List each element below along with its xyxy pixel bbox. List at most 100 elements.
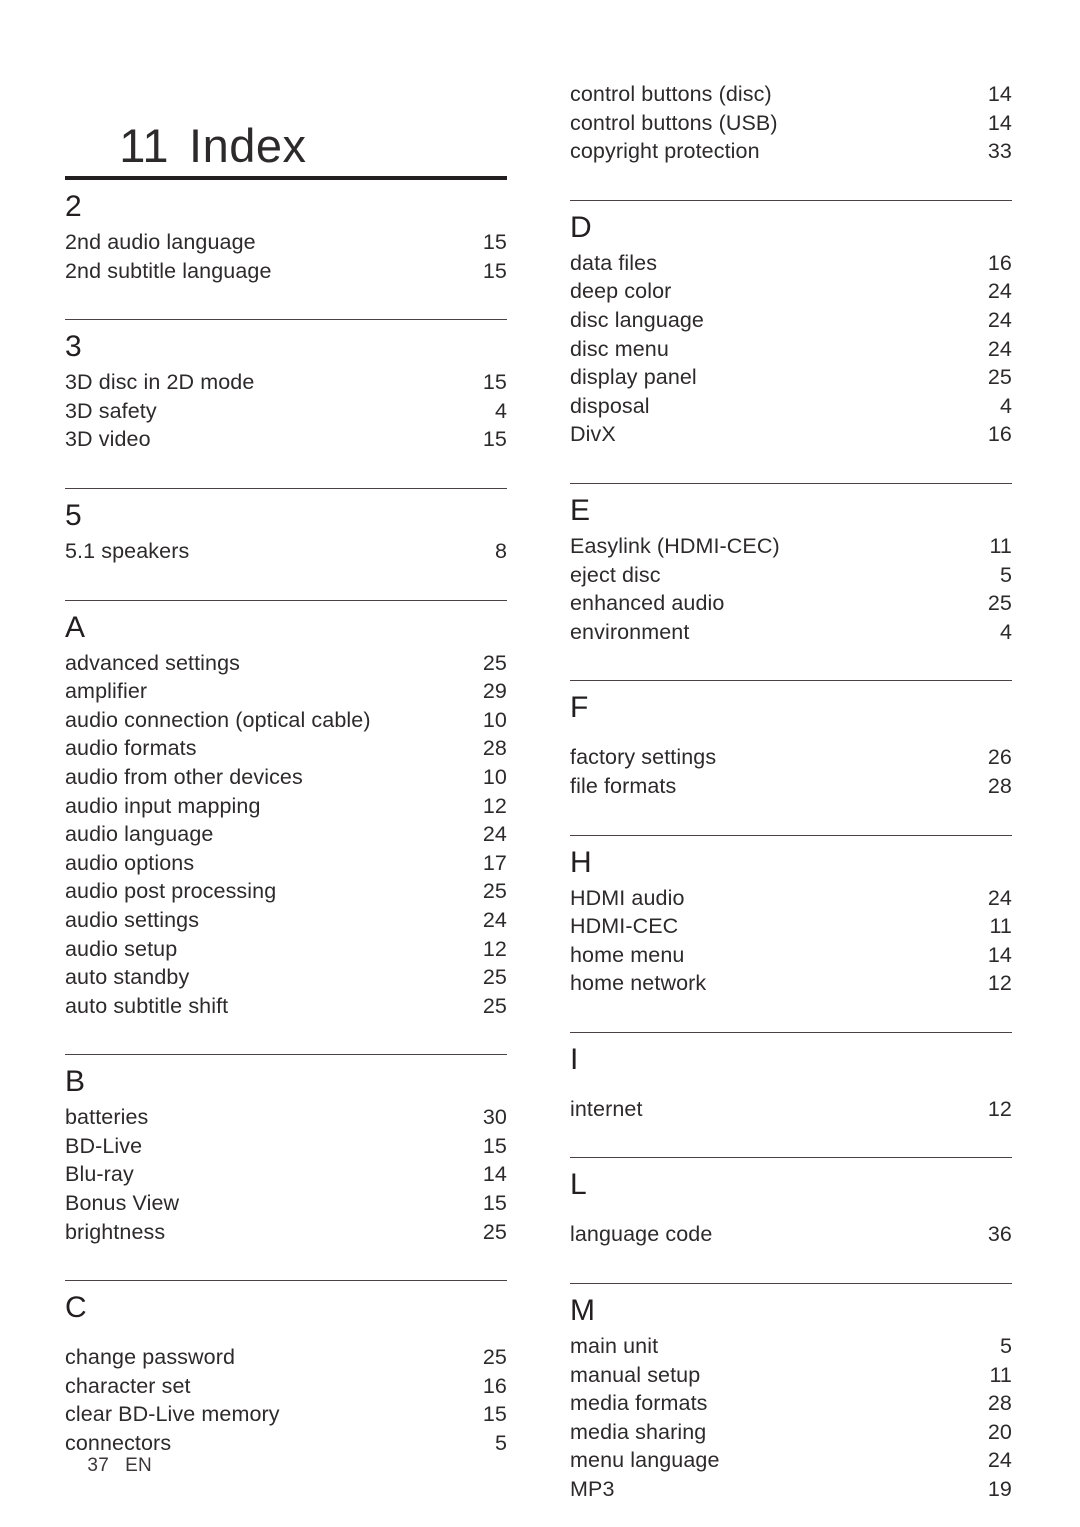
index-entry[interactable]: file formats 28 (570, 772, 1012, 801)
index-entry-label: 3D safety (65, 398, 157, 423)
index-entry-label: 2nd audio language (65, 230, 256, 254)
index-entry[interactable]: manual setup 11 (570, 1361, 1012, 1390)
index-entry[interactable]: main unit 5 (570, 1332, 1012, 1361)
index-entry[interactable]: 3D video 15 (65, 425, 507, 454)
section-divider (570, 1283, 1012, 1285)
index-entry[interactable]: deep color 24 (570, 277, 1012, 306)
index-entry[interactable]: enhanced audio 25 (570, 589, 1012, 618)
index-entry[interactable]: advanced settings 25 (65, 649, 507, 678)
section-divider (570, 1157, 1012, 1159)
index-entry[interactable]: eject disc 5 (570, 561, 1012, 590)
index-entry[interactable]: auto subtitle shift 25 (65, 992, 507, 1021)
index-entry-page: 16 (987, 250, 1012, 275)
index-entry[interactable]: display panel 25 (570, 363, 1012, 392)
index-entry-label: Bonus View (65, 1191, 180, 1216)
index-entry[interactable]: data files 16 (570, 249, 1012, 278)
index-entry[interactable]: character set 16 (65, 1372, 507, 1401)
index-entry[interactable]: audio connection (optical cable) 10 (65, 706, 507, 735)
index-entry[interactable]: audio setup 12 (65, 935, 507, 964)
index-entry-page: 15 (482, 370, 507, 395)
index-entry[interactable]: audio language 24 (65, 820, 507, 849)
index-entry[interactable]: disc menu 24 (570, 335, 1012, 364)
index-entry[interactable]: MP3 19 (570, 1475, 1012, 1504)
index-entry[interactable]: 5.1 speakers 8 (65, 537, 507, 566)
index-entry[interactable]: Blu-ray 14 (65, 1160, 507, 1189)
index-entry[interactable]: Bonus View 15 (65, 1189, 507, 1218)
index-entry[interactable]: disposal 4 (570, 392, 1012, 421)
index-entry-page: 14 (482, 1162, 507, 1187)
index-entry[interactable]: 3D safety 4 (65, 397, 507, 426)
index-entry-page: 24 (482, 907, 507, 932)
index-entry[interactable]: BD-Live 15 (65, 1132, 507, 1161)
index-entry-page: 25 (482, 1219, 507, 1244)
index-entry-label: audio options (65, 850, 195, 875)
index-entry-label: manual setup (570, 1362, 701, 1387)
index-entry-page: 28 (987, 1391, 1012, 1416)
index-entry-label: audio post processing (65, 879, 277, 904)
index-entry[interactable]: clear BD-Live memory 15 (65, 1400, 507, 1429)
index-entry[interactable]: home network 12 (570, 969, 1012, 998)
index-entry-page: 17 (482, 850, 507, 875)
index-entry[interactable]: menu language 24 (570, 1446, 1012, 1475)
index-entry-label: audio settings (65, 907, 200, 932)
index-entry-label: 5.1 speakers (65, 538, 190, 563)
index-entry-page: 14 (987, 942, 1012, 967)
index-entry-label: internet (570, 1096, 643, 1121)
index-entry[interactable]: audio options 17 (65, 849, 507, 878)
index-section: Bbatteries 30 BD-Live 15 Blu-ray 14 Bonus View… (65, 1054, 507, 1246)
index-entry-page: 15 (482, 230, 507, 254)
index-entry[interactable]: 2nd subtitle language 15 (65, 257, 507, 286)
index-page: 11 Index 2 2nd audio language 15 2nd subtitl… (0, 0, 1080, 1527)
index-entry[interactable]: control buttons (USB) 14 (570, 109, 1012, 138)
index-entry-page: 25 (987, 591, 1012, 616)
index-entry[interactable]: brightness 25 (65, 1218, 507, 1247)
index-entry[interactable]: audio post processing 25 (65, 877, 507, 906)
index-section: Llanguage code 36 (570, 1157, 1012, 1249)
index-entry[interactable]: language code 36 (570, 1220, 1012, 1249)
index-entry[interactable]: audio input mapping 12 (65, 792, 507, 821)
index-entry-label: HDMI-CEC (570, 914, 679, 939)
index-entry[interactable]: control buttons (disc) 14 (570, 80, 1012, 109)
index-entry[interactable]: DivX 16 (570, 420, 1012, 449)
index-entry[interactable]: audio from other devices 10 (65, 763, 507, 792)
index-entry[interactable]: factory settings 26 (570, 743, 1012, 772)
index-entry[interactable]: media sharing 20 (570, 1418, 1012, 1447)
index-entry[interactable]: change password 25 (65, 1343, 507, 1372)
index-entry[interactable]: audio settings 24 (65, 906, 507, 935)
index-entry-label: control buttons (USB) (570, 110, 778, 135)
index-section: Cchange password 25 character set 16 clear B… (65, 1280, 507, 1457)
index-entry[interactable]: auto standby 25 (65, 963, 507, 992)
section-divider (570, 834, 1012, 836)
index-entry[interactable]: 3D disc in 2D mode 15 (65, 368, 507, 397)
section-divider (65, 599, 507, 601)
index-entry[interactable]: disc language 24 (570, 306, 1012, 335)
index-entry[interactable]: internet 12 (570, 1095, 1012, 1124)
index-entry[interactable]: Easylink (HDMI-CEC) 11 (570, 532, 1012, 561)
index-entry-page: 5 (494, 1431, 507, 1456)
index-entry[interactable]: environment 4 (570, 618, 1012, 647)
index-entry[interactable]: audio formats 28 (65, 734, 507, 763)
index-entry-label: change password (65, 1345, 236, 1370)
section-divider (570, 199, 1012, 201)
index-entry[interactable]: 2nd audio language 15 (65, 228, 507, 257)
index-entry[interactable]: HDMI audio 24 (570, 884, 1012, 913)
index-entry-page: 5 (999, 1334, 1012, 1359)
index-entry-page: 25 (482, 1345, 507, 1370)
index-entry[interactable]: batteries 30 (65, 1103, 507, 1132)
index-entry-list: HDMI audio 24 HDMI-CEC 11 home menu 14 home ne… (570, 884, 1012, 998)
index-entry[interactable]: copyright protection 33 (570, 137, 1012, 166)
index-entry-label: advanced settings (65, 650, 241, 675)
footer-page-number: 37 (87, 1455, 110, 1476)
index-entry[interactable]: HDMI-CEC 11 (570, 912, 1012, 941)
index-entry-label: batteries (65, 1105, 149, 1130)
index-entry-label: 2nd subtitle language (65, 258, 272, 283)
index-entry-label: MP3 (570, 1477, 615, 1502)
index-entry-label: data files (570, 250, 658, 275)
index-entry[interactable]: home menu 14 (570, 941, 1012, 970)
index-entry-list: Easylink (HDMI-CEC) 11 eject disc 5 enhanced… (570, 532, 1012, 646)
index-entry-page: 25 (987, 365, 1012, 390)
index-entry-page: 26 (987, 745, 1012, 770)
index-entry[interactable]: amplifier 29 (65, 677, 507, 706)
index-entry[interactable]: media formats 28 (570, 1389, 1012, 1418)
index-entry-label: factory settings (570, 745, 717, 770)
